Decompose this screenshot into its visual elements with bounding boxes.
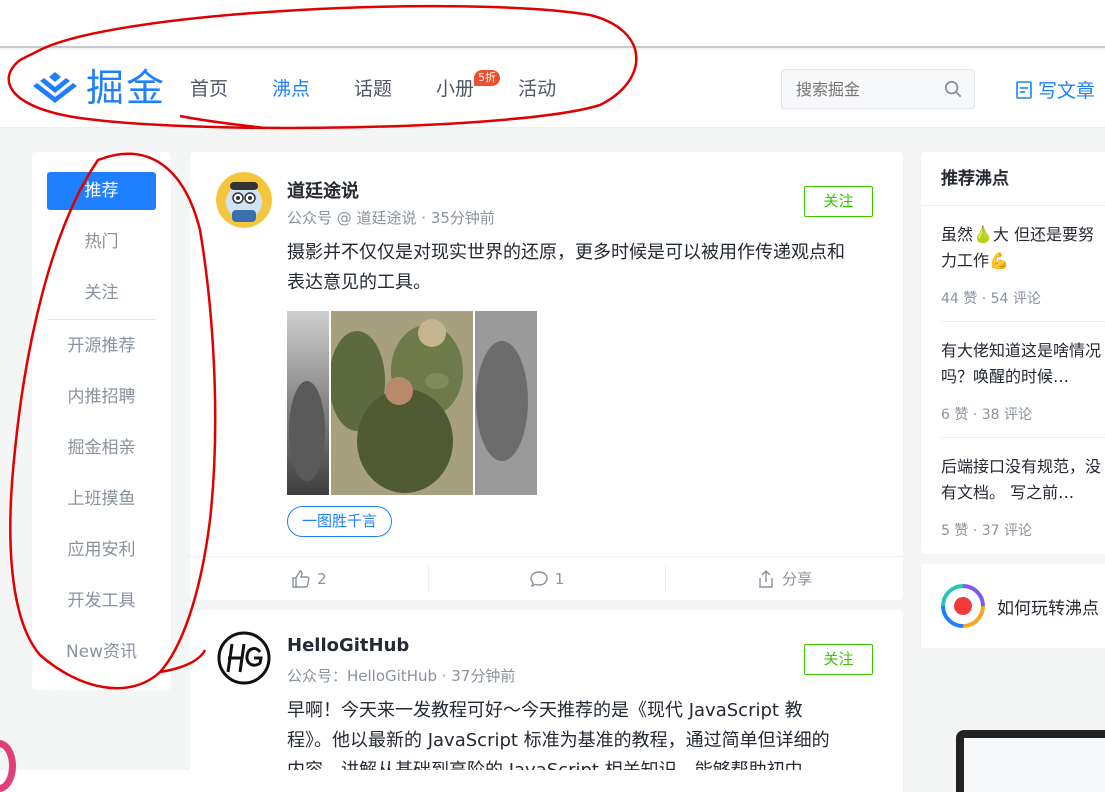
discount-badge: 5折 [474,70,501,86]
top-header: 掘金 首页 沸点 话题 小册 5折 活动 写文章 [0,50,1105,128]
list-item[interactable]: 有大佬知道这是啥情况吗？唤醒的时候… 6 赞 · 38 评论 [941,322,1105,438]
top-blank-strip [0,0,1105,48]
write-article-button[interactable]: 写文章 [1016,76,1095,103]
comment-count: 1 [554,569,565,588]
avatar-illustration [216,172,272,228]
recommended-pins-panel: 推荐沸点 虽然🍐大 但还是要努力工作💪 44 赞 · 54 评论 有大佬知道这是… [921,152,1105,554]
sidebar-item-dating[interactable]: 掘金相亲 [47,429,156,467]
sidebar-item-open-source[interactable]: 开源推荐 [47,327,156,365]
hot-pin-stats: 44 赞 · 54 评论 [941,291,1041,307]
thumbs-up-icon [292,569,310,588]
logo-text: 掘金 [86,66,167,110]
author-name[interactable]: 道廷途说 [287,177,359,203]
sidebar-item-recommend[interactable]: 推荐 [47,172,156,210]
hot-pin-stats: 6 赞 · 38 评论 [941,407,1032,423]
hot-pin-text: 后端接口没有规范，没有文档。 写之前… [941,457,1102,502]
pin-guide-icon [941,584,985,628]
comment-button[interactable]: 1 [427,557,666,600]
post-image[interactable] [287,311,537,495]
screen-thumbnail [956,730,1105,792]
comment-icon [530,570,548,587]
search-icon[interactable] [944,80,962,98]
post-meta: 公众号：HelloGitHub · 37分钟前 [287,667,516,685]
right-column: 推荐沸点 虽然🍐大 但还是要努力工作💪 44 赞 · 54 评论 有大佬知道这是… [921,152,1105,648]
pin-card: HelloGitHub 公众号：HelloGitHub · 37分钟前 关注 早… [190,610,903,792]
avatar[interactable] [216,630,272,686]
sidebar-item-news[interactable]: New资讯 [47,633,156,671]
share-label: 分享 [782,570,813,588]
avatar[interactable] [216,172,272,228]
sidebar-item-hot[interactable]: 热门 [47,223,156,261]
soldiers-photo [287,311,537,495]
share-icon [759,569,773,588]
nav-pins[interactable]: 沸点 [272,50,310,128]
follow-button[interactable]: 关注 [804,644,873,675]
hot-pin-stats: 5 赞 · 37 评论 [941,523,1032,539]
panel-title: 推荐沸点 [921,152,1105,206]
like-button[interactable]: 2 [190,557,428,600]
juejin-logo[interactable]: 掘金 [32,66,166,110]
hot-pin-text: 有大佬知道这是啥情况吗？唤醒的时候… [941,341,1102,386]
list-item[interactable]: 虽然🍐大 但还是要努力工作💪 44 赞 · 54 评论 [941,206,1105,322]
pin-guide-label: 如何玩转沸点 [997,598,1099,619]
sidebar-divider [47,319,156,320]
post-content: 摄影并不仅仅是对现实世界的还原，更多时候是可以被用作传递观点和表达意见的工具。 [287,242,845,293]
sidebar-item-dev-tools[interactable]: 开发工具 [47,582,156,620]
nav-books-label: 小册 [436,78,475,100]
list-item[interactable]: 后端接口没有规范，没有文档。 写之前… 5 赞 · 37 评论 [941,438,1105,554]
nav-events[interactable]: 活动 [518,50,556,128]
write-article-label: 写文章 [1038,80,1096,102]
screen-thumbnail-content [964,738,1105,792]
pin-actions: 2 1 分享 [190,556,903,600]
document-icon [1016,80,1032,99]
pin-card: 道廷途说 公众号 @ 道廷途说 · 35分钟前 关注 摄影并不仅仅是对现实世界的… [190,152,903,600]
nav-topics[interactable]: 话题 [354,50,392,128]
nav-home[interactable]: 首页 [190,50,228,128]
topic-tag[interactable]: 一图胜千言 [287,506,393,537]
pin-feed: 道廷途说 公众号 @ 道廷途说 · 35分钟前 关注 摄影并不仅仅是对现实世界的… [190,152,903,792]
search-input[interactable] [782,70,932,108]
sidebar-item-slacking[interactable]: 上班摸鱼 [47,480,156,518]
nav-books[interactable]: 小册 5折 [436,50,501,128]
post-meta: 公众号 @ 道廷途说 · 35分钟前 [287,209,495,227]
follow-button[interactable]: 关注 [804,186,873,217]
like-count: 2 [317,569,327,588]
category-sidebar: 推荐 热门 关注 开源推荐 内推招聘 掘金相亲 上班摸鱼 应用安利 开发工具 N… [32,152,171,690]
juejin-logo-icon [33,72,77,103]
sidebar-item-following[interactable]: 关注 [47,274,156,312]
bottom-overlay-strip [0,770,900,792]
author-name[interactable]: HelloGitHub [287,635,409,656]
sidebar-item-referral-jobs[interactable]: 内推招聘 [47,378,156,416]
hot-pin-text: 虽然🍐大 但还是要努力工作💪 [941,225,1095,270]
main-nav: 首页 沸点 话题 小册 5折 活动 [190,50,600,128]
hellogithub-logo-icon [217,631,271,685]
search-box [781,69,975,109]
sidebar-item-app-recommend[interactable]: 应用安利 [47,531,156,569]
pin-guide-card[interactable]: 如何玩转沸点 [921,564,1105,648]
share-button[interactable]: 分享 [665,557,903,600]
